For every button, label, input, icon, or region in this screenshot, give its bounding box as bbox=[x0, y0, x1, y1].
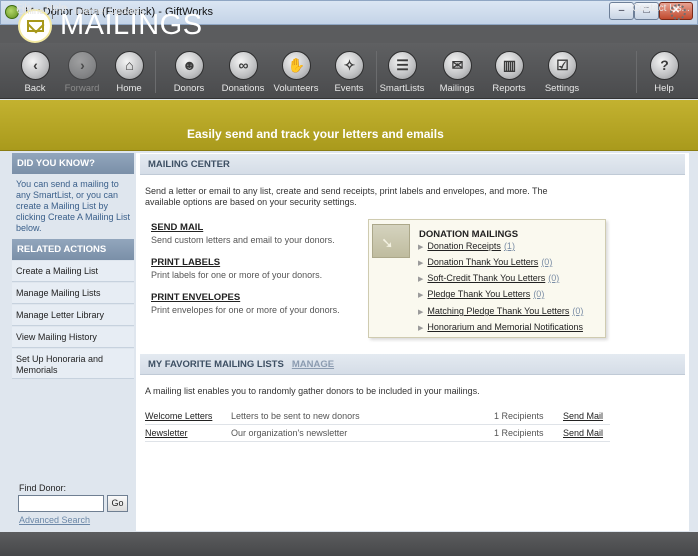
send-mail-action[interactable]: SEND MAIL Send custom letters and email … bbox=[151, 222, 335, 245]
toolbar-label: Reports bbox=[492, 83, 526, 94]
find-donor-input[interactable] bbox=[18, 495, 104, 512]
settings-icon: ☑ bbox=[548, 51, 577, 80]
list-item: Welcome Letters Letters to be sent to ne… bbox=[145, 408, 610, 425]
toolbar-label: Home bbox=[116, 83, 142, 94]
toolbar-reports-button[interactable]: ▥ Reports bbox=[483, 43, 535, 99]
online-status: Online bbox=[17, 6, 45, 17]
create-mailing-list-link[interactable]: Create a Mailing List bbox=[12, 261, 134, 282]
toolbar-back-button[interactable]: ‹ Back bbox=[9, 43, 61, 99]
toolbar-label: Help bbox=[654, 83, 674, 94]
page-subtitle: Easily send and track your letters and e… bbox=[187, 127, 444, 141]
list-name-link[interactable]: Welcome Letters bbox=[145, 411, 212, 421]
toolbar-label: Donations bbox=[221, 83, 265, 94]
print-labels-action[interactable]: PRINT LABELS Print labels for one or mor… bbox=[151, 257, 322, 280]
list-item: Newsletter Our organization's newsletter… bbox=[145, 425, 610, 442]
list-recipients: 1 Recipients bbox=[494, 428, 544, 438]
toolbar-separator bbox=[376, 51, 377, 93]
mailing-center-intro: Send a letter or email to any list, crea… bbox=[145, 186, 548, 207]
toolbar-events-button[interactable]: ✧ Events bbox=[323, 43, 375, 99]
toolbar-volunteers-button[interactable]: ✋ Volunteers bbox=[270, 43, 322, 99]
resize-grip-icon[interactable] bbox=[670, 4, 686, 20]
honoraria-memorials-link[interactable]: Set Up Honoraria and Memorials bbox=[12, 349, 134, 379]
view-mailing-history-link[interactable]: View Mailing History bbox=[12, 327, 134, 348]
arrow-right-icon: › bbox=[68, 51, 97, 80]
status-bar bbox=[0, 532, 698, 556]
donation-mailings-title: DONATION MAILINGS bbox=[419, 229, 519, 240]
toolbar-mailings-button[interactable]: ✉ Mailings bbox=[431, 43, 483, 99]
main-content: MAILING CENTER Send a letter or email to… bbox=[136, 153, 689, 531]
toolbar-label: Mailings bbox=[439, 83, 475, 94]
send-mail-list-link[interactable]: Send Mail bbox=[563, 428, 603, 438]
manage-mailing-lists-link[interactable]: Manage Mailing Lists bbox=[12, 283, 134, 304]
print-envelopes-desc: Print envelopes for one or more of your … bbox=[151, 305, 340, 315]
send-mail-desc: Send custom letters and email to your do… bbox=[151, 235, 335, 245]
print-envelopes-action[interactable]: PRINT ENVELOPES Print envelopes for one … bbox=[151, 292, 340, 315]
toolbar-donations-button[interactable]: ∞ Donations bbox=[217, 43, 269, 99]
toolbar-settings-button[interactable]: ☑ Settings bbox=[536, 43, 588, 99]
internet-updates-link[interactable]: Internet Updates bbox=[74, 6, 144, 17]
arrow-left-icon: ‹ bbox=[21, 51, 50, 80]
toolbar-label: Back bbox=[24, 83, 46, 94]
toolbar-label: Volunteers bbox=[273, 83, 319, 94]
donation-receipts-link[interactable]: ▶ Donation Receipts (1) bbox=[418, 241, 515, 251]
related-actions-header: RELATED ACTIONS bbox=[12, 239, 134, 260]
find-donor-go-button[interactable]: Go bbox=[107, 495, 128, 512]
status-divider bbox=[52, 5, 53, 19]
help-icon: ? bbox=[650, 51, 679, 80]
mailing-center-title: MAILING CENTER bbox=[148, 159, 230, 170]
list-name-link[interactable]: Newsletter bbox=[145, 428, 188, 438]
chevron-up-icon: ⌃ bbox=[61, 5, 71, 17]
reports-icon: ▥ bbox=[495, 51, 524, 80]
manage-lists-link[interactable]: MANAGE bbox=[292, 359, 334, 370]
donation-mailings-panel: ➘ DONATION MAILINGS ▶ Donation Receipts (1… bbox=[368, 219, 606, 338]
list-description: Letters to be sent to new donors bbox=[231, 411, 360, 421]
mailings-banner bbox=[0, 100, 698, 151]
donation-thank-you-link[interactable]: ▶ Donation Thank You Letters (0) bbox=[418, 257, 552, 267]
mailing-center-header: MAILING CENTER bbox=[140, 154, 685, 175]
send-mail-list-link[interactable]: Send Mail bbox=[563, 411, 603, 421]
toolbar-donors-button[interactable]: ☻ Donors bbox=[163, 43, 215, 99]
toolbar-separator bbox=[636, 51, 637, 93]
toolbar-separator bbox=[155, 51, 156, 93]
soft-credit-thank-you-link[interactable]: ▶ Soft-Credit Thank You Letters (0) bbox=[418, 273, 559, 283]
print-labels-desc: Print labels for one or more of your don… bbox=[151, 270, 323, 280]
toolbar-home-button[interactable]: ⌂ Home bbox=[103, 43, 155, 99]
print-labels-link[interactable]: PRINT LABELS bbox=[151, 257, 322, 268]
favorite-lists-intro: A mailing list enables you to randomly g… bbox=[145, 386, 480, 396]
donations-icon: ∞ bbox=[229, 51, 258, 80]
find-donor-label: Find Donor: bbox=[19, 483, 67, 493]
donation-mail-icon: ➘ bbox=[372, 224, 410, 258]
donors-icon: ☻ bbox=[175, 51, 204, 80]
matching-pledge-thank-you-link[interactable]: ▶ Matching Pledge Thank You Letters (0) bbox=[418, 306, 583, 316]
advanced-search-link[interactable]: Advanced Search bbox=[19, 515, 90, 525]
toolbar-label: Events bbox=[334, 83, 364, 94]
events-icon: ✧ bbox=[335, 51, 364, 80]
smartlists-icon: ☰ bbox=[388, 51, 417, 80]
list-description: Our organization's newsletter bbox=[231, 428, 348, 438]
toolbar-label: Donors bbox=[173, 83, 205, 94]
toolbar-smartlists-button[interactable]: ☰ SmartLists bbox=[376, 43, 428, 99]
send-mail-link[interactable]: SEND MAIL bbox=[151, 222, 335, 233]
toolbar-help-button[interactable]: ? Help bbox=[638, 43, 690, 99]
toolbar-label: Forward bbox=[64, 83, 100, 94]
home-icon: ⌂ bbox=[115, 51, 144, 80]
honorarium-memorial-link[interactable]: ▶ Honorarium and Memorial Notifications bbox=[418, 322, 583, 332]
favorite-lists-header: MY FAVORITE MAILING LISTS MANAGE bbox=[140, 354, 685, 375]
print-envelopes-link[interactable]: PRINT ENVELOPES bbox=[151, 292, 340, 303]
pledge-thank-you-link[interactable]: ▶ Pledge Thank You Letters (0) bbox=[418, 289, 544, 299]
favorite-lists-title: MY FAVORITE MAILING LISTS bbox=[148, 359, 284, 370]
toolbar-label: SmartLists bbox=[379, 83, 425, 94]
sidebar: DID YOU KNOW? You can send a mailing to … bbox=[12, 153, 134, 531]
toolbar-label: Settings bbox=[544, 83, 580, 94]
volunteers-icon: ✋ bbox=[282, 51, 311, 80]
toolbar-forward-button[interactable]: › Forward bbox=[56, 43, 108, 99]
manage-letter-library-link[interactable]: Manage Letter Library bbox=[12, 305, 134, 326]
did-you-know-text: You can send a mailing to any SmartList,… bbox=[16, 179, 131, 233]
minimize-button[interactable]: – bbox=[609, 2, 634, 20]
did-you-know-header: DID YOU KNOW? bbox=[12, 153, 134, 174]
list-recipients: 1 Recipients bbox=[494, 411, 544, 421]
mailings-icon: ✉ bbox=[443, 51, 472, 80]
